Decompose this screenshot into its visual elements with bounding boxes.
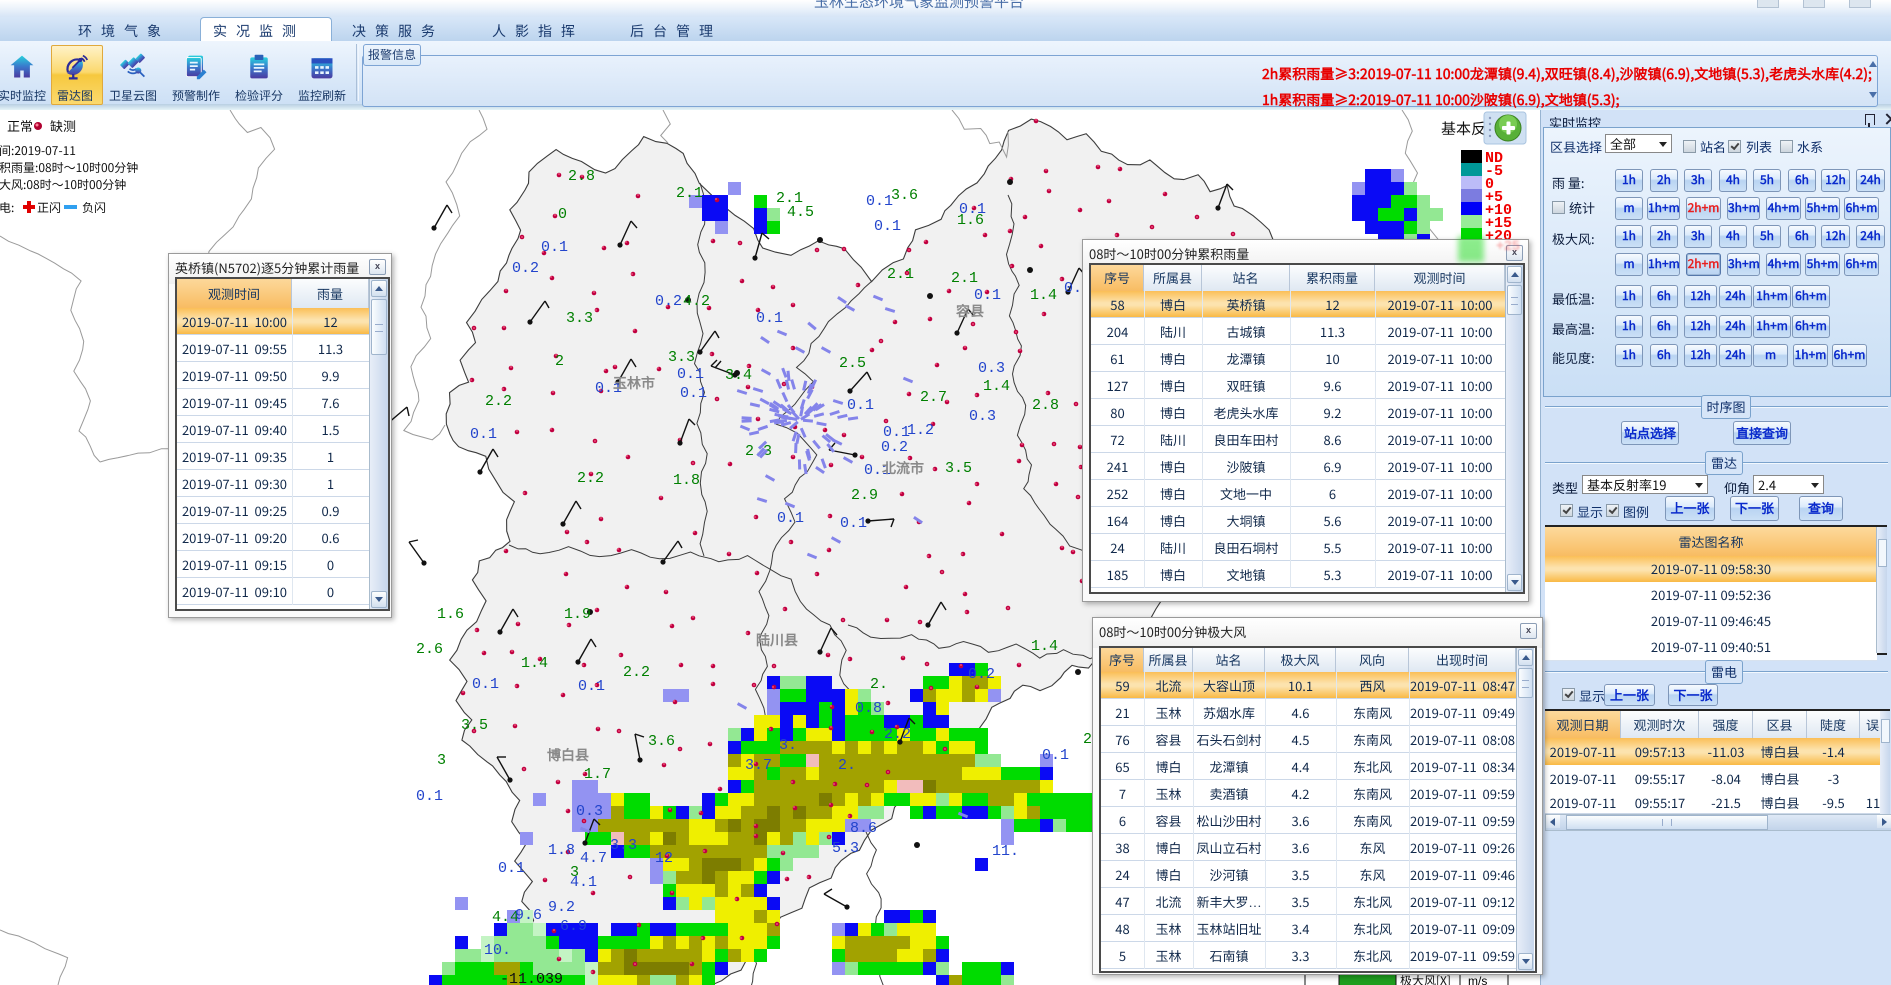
svg-text:2.5: 2.5 — [839, 355, 866, 372]
svg-text:0.1: 0.1 — [472, 676, 499, 693]
svg-text:玉林市: 玉林市 — [613, 373, 655, 393]
svg-text:正常: 正常 — [7, 116, 33, 135]
svg-text:2: 2 — [555, 353, 564, 370]
svg-text:2.: 2. — [838, 757, 856, 774]
svg-text:0.1: 0.1 — [777, 510, 804, 527]
svg-text:8.6: 8.6 — [850, 820, 877, 837]
svg-text:负闪: 负闪 — [82, 199, 106, 216]
svg-text:9.2: 9.2 — [548, 899, 575, 916]
svg-text:缺测: 缺测 — [50, 116, 76, 135]
svg-text:0.1: 0.1 — [470, 426, 497, 443]
svg-text:2.8: 2.8 — [1032, 397, 1059, 414]
svg-text:0.2: 0.2 — [512, 260, 539, 277]
svg-text:2.9: 2.9 — [851, 487, 878, 504]
svg-text:1.4: 1.4 — [1030, 287, 1057, 304]
svg-text:基本反: 基本反 — [1441, 118, 1486, 139]
svg-text:1.2: 1.2 — [907, 422, 934, 439]
svg-text:0.3: 0.3 — [969, 408, 996, 425]
svg-text:时间:2019-07-11: 时间:2019-07-11 — [0, 142, 76, 159]
svg-text:1.7: 1.7 — [584, 766, 611, 783]
svg-text:博白县: 博白县 — [547, 745, 589, 765]
svg-text:2.8: 2.8 — [568, 168, 595, 185]
svg-text:-11.039: -11.039 — [500, 971, 563, 985]
svg-text:2.2: 2.2 — [884, 726, 911, 743]
svg-text:3.3: 3.3 — [566, 310, 593, 327]
svg-text:0.1: 0.1 — [416, 788, 443, 805]
svg-text:4.7: 4.7 — [580, 850, 607, 867]
svg-text:2.2: 2.2 — [577, 470, 604, 487]
svg-text:2.1: 2.1 — [776, 190, 803, 207]
svg-text:2.6: 2.6 — [416, 641, 443, 658]
svg-text:雷电:: 雷电: — [0, 199, 14, 216]
svg-text:4.1: 4.1 — [570, 874, 597, 891]
svg-text:3.6: 3.6 — [648, 733, 675, 750]
svg-text:3.4: 3.4 — [725, 367, 752, 384]
svg-text:0.8: 0.8 — [855, 700, 882, 717]
svg-text:0.1: 0.1 — [874, 218, 901, 235]
svg-text:2.1: 2.1 — [951, 270, 978, 287]
svg-text:3.5: 3.5 — [945, 460, 972, 477]
svg-text:4.2: 4.2 — [683, 293, 710, 310]
svg-text:3.5: 3.5 — [461, 717, 488, 734]
svg-text:0.3: 0.3 — [576, 803, 603, 820]
svg-text:0: 0 — [558, 206, 567, 223]
svg-text:2.: 2. — [870, 676, 888, 693]
svg-text:极大风:08时～10时00分钟: 极大风:08时～10时00分钟 — [0, 176, 126, 193]
svg-text:0.1: 0.1 — [866, 193, 893, 210]
svg-text:0.1: 0.1 — [756, 310, 783, 327]
svg-text:0.1: 0.1 — [677, 366, 704, 383]
svg-text:6.9: 6.9 — [560, 918, 587, 935]
svg-text:1.8: 1.8 — [548, 842, 575, 859]
svg-text:2.2: 2.2 — [485, 393, 512, 410]
svg-text:正闪: 正闪 — [37, 199, 61, 216]
svg-text:m/s: m/s — [1468, 974, 1487, 985]
svg-text:0.1: 0.1 — [840, 515, 867, 532]
svg-text:1.4: 1.4 — [1031, 638, 1058, 655]
svg-text:9.6: 9.6 — [515, 907, 542, 924]
svg-text:1.4: 1.4 — [983, 378, 1010, 395]
svg-text:2.1: 2.1 — [676, 185, 703, 202]
svg-text:累积雨量:08时～10时00分钟: 累积雨量:08时～10时00分钟 — [0, 159, 138, 176]
svg-text:3.7: 3.7 — [745, 757, 772, 774]
svg-text:3: 3 — [437, 752, 446, 769]
svg-text:北流市: 北流市 — [882, 458, 924, 478]
svg-text:0.2: 0.2 — [655, 293, 682, 310]
svg-text:1.9: 1.9 — [564, 606, 591, 623]
svg-text:0.2: 0.2 — [968, 666, 995, 683]
svg-text:2.3: 2.3 — [745, 443, 772, 460]
svg-text:1.8: 1.8 — [673, 472, 700, 489]
svg-text:0.1: 0.1 — [498, 860, 525, 877]
svg-text:容县: 容县 — [955, 301, 984, 321]
svg-text:0.1: 0.1 — [578, 678, 605, 695]
svg-text:1.6: 1.6 — [437, 606, 464, 623]
svg-text:2.1: 2.1 — [887, 266, 914, 283]
svg-text:2.2: 2.2 — [623, 664, 650, 681]
svg-text:2.7: 2.7 — [920, 389, 947, 406]
svg-text:3.6: 3.6 — [891, 187, 918, 204]
svg-text:0.1: 0.1 — [1042, 747, 1069, 764]
svg-text:0.2: 0.2 — [881, 439, 908, 456]
svg-text:10.: 10. — [484, 942, 511, 959]
svg-text:3.3: 3.3 — [610, 837, 637, 854]
svg-text:11.: 11. — [992, 843, 1019, 860]
svg-text:0.1: 0.1 — [680, 385, 707, 402]
svg-text:1.4: 1.4 — [521, 655, 548, 672]
svg-text:3.: 3. — [779, 737, 797, 754]
svg-text:12: 12 — [655, 850, 673, 867]
svg-text:陆川县: 陆川县 — [756, 630, 798, 650]
svg-text:5.3: 5.3 — [832, 840, 859, 857]
svg-text:0.1: 0.1 — [959, 201, 986, 218]
svg-text:0.1: 0.1 — [847, 397, 874, 414]
svg-text:3.3: 3.3 — [668, 349, 695, 366]
svg-text:0.3: 0.3 — [978, 360, 1005, 377]
svg-text:0.1: 0.1 — [541, 239, 568, 256]
